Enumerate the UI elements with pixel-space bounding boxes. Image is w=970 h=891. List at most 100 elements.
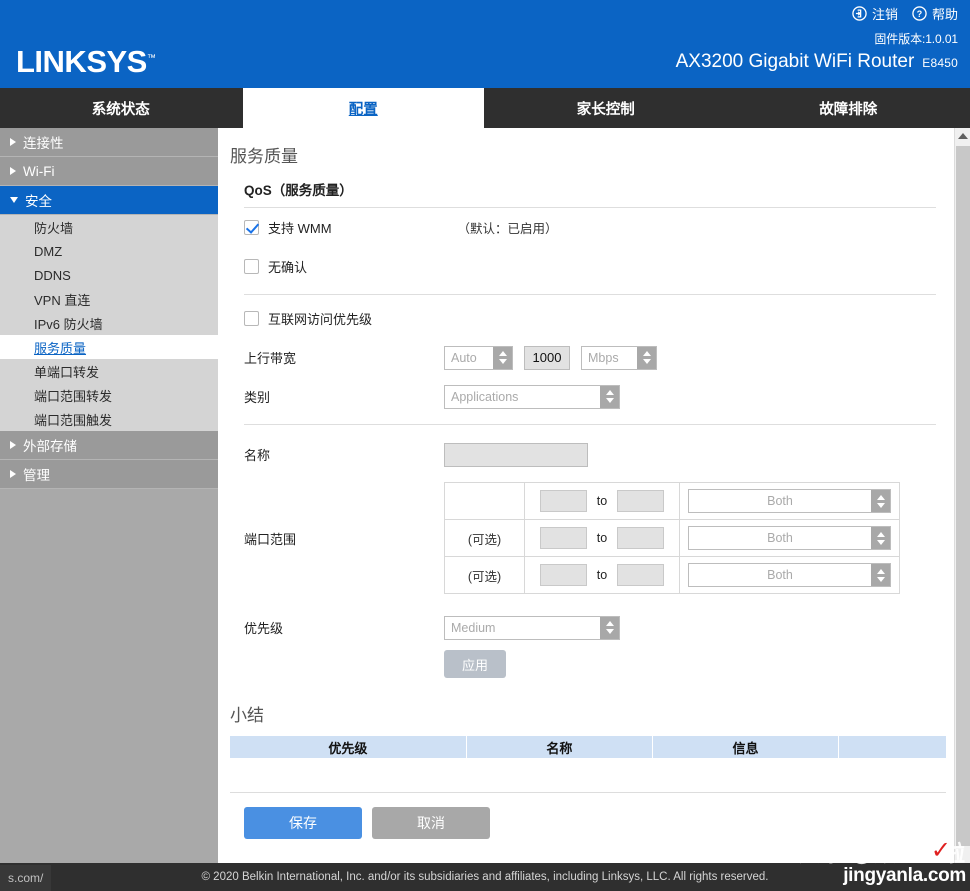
port-range-optional-1: (可选): [445, 520, 525, 557]
internet-priority-checkbox[interactable]: [244, 311, 259, 326]
sidebar-item-ddns[interactable]: DDNS: [0, 263, 218, 287]
port-start-input-2[interactable]: [540, 564, 587, 586]
chevron-up-icon: [958, 133, 968, 139]
sidebar-group-administration[interactable]: 管理: [0, 460, 218, 489]
table-row: to Both: [445, 483, 900, 520]
upload-bandwidth-mode-select[interactable]: Auto: [444, 346, 513, 370]
summary-table: 优先级 名称 信息: [230, 736, 946, 793]
sidebar-group-security[interactable]: 安全: [0, 186, 218, 215]
help-link[interactable]: ? 帮助: [908, 2, 962, 25]
protocol-value-2: Both: [689, 568, 871, 582]
logout-label: 注销: [872, 4, 898, 23]
tab-parental-control[interactable]: 家长控制: [485, 88, 728, 128]
main-content: 服务质量 QoS（服务质量） 支持 WMM （默认：已启用） 无确认: [218, 128, 970, 891]
sidebar-group-label: Wi-Fi: [23, 164, 54, 179]
sidebar-item-single-port-forwarding[interactable]: 单端口转发: [0, 359, 218, 383]
spinner-icon[interactable]: [871, 490, 890, 512]
logout-icon: [852, 6, 867, 21]
scrollbar-thumb[interactable]: [956, 146, 970, 846]
category-row: 类别 Applications: [244, 377, 936, 416]
divider: [244, 424, 936, 425]
upload-bandwidth-speed-input[interactable]: 1000: [524, 346, 570, 370]
sidebar-group-external-storage[interactable]: 外部存储: [0, 431, 218, 460]
sidebar-item-firewall[interactable]: 防火墙: [0, 215, 218, 239]
summary-empty-row: [230, 758, 946, 792]
port-range-optional-0: [445, 483, 525, 520]
chevron-right-icon: [10, 138, 16, 146]
sidebar-group-label: 外部存储: [23, 435, 77, 455]
table-row: (可选) to Both: [445, 520, 900, 557]
trademark-symbol: ™: [147, 53, 156, 63]
port-start-input-1[interactable]: [540, 527, 587, 549]
name-input[interactable]: [444, 443, 588, 467]
sidebar-item-qos[interactable]: 服务质量: [0, 335, 218, 359]
summary-header-row: 优先级 名称 信息: [230, 736, 946, 758]
sidebar-group-label: 连接性: [23, 132, 64, 152]
protocol-select-2[interactable]: Both: [688, 563, 891, 587]
sidebar-item-port-range-forwarding[interactable]: 端口范围转发: [0, 383, 218, 407]
name-label: 名称: [244, 445, 444, 464]
port-range-label: 端口范围: [244, 529, 444, 548]
summary-empty-cell: [839, 758, 946, 792]
port-end-input-0[interactable]: [617, 490, 664, 512]
save-button[interactable]: 保存: [244, 807, 362, 839]
sidebar-item-dmz[interactable]: DMZ: [0, 239, 218, 263]
category-value: Applications: [445, 390, 600, 404]
upload-bandwidth-unit-value: Mbps: [582, 351, 637, 365]
apply-row: 应用: [244, 647, 936, 681]
upload-bandwidth-unit-select[interactable]: Mbps: [581, 346, 657, 370]
divider: [244, 294, 936, 295]
priority-row: 优先级 Medium: [244, 608, 936, 647]
protocol-cell-2: Both: [680, 557, 900, 594]
spinner-icon[interactable]: [871, 527, 890, 549]
cancel-button[interactable]: 取消: [372, 807, 490, 839]
chevron-down-icon: [10, 197, 18, 203]
spinner-icon[interactable]: [600, 386, 619, 408]
spinner-icon[interactable]: [637, 347, 656, 369]
model-name: AX3200 Gigabit WiFi Router: [676, 51, 915, 73]
summary-empty-cell: [466, 758, 652, 792]
port-range-table: to Both (可选): [444, 482, 900, 594]
sidebar-group-wifi[interactable]: Wi-Fi: [0, 157, 218, 186]
sidebar-item-vpn-passthrough[interactable]: VPN 直连: [0, 287, 218, 311]
protocol-select-1[interactable]: Both: [688, 526, 891, 550]
tab-troubleshooting[interactable]: 故障排除: [728, 88, 970, 128]
table-row: (可选) to Both: [445, 557, 900, 594]
spinner-icon[interactable]: [600, 617, 619, 639]
port-end-input-1[interactable]: [617, 527, 664, 549]
internet-priority-row: 互联网访问优先级: [244, 299, 936, 338]
upload-bandwidth-row: 上行带宽 Auto 1000 Mbps: [244, 338, 936, 377]
protocol-cell-1: Both: [680, 520, 900, 557]
port-range-to-label: to: [597, 531, 607, 545]
content-scrollbar[interactable]: [954, 128, 970, 891]
sidebar-group-connectivity[interactable]: 连接性: [0, 128, 218, 157]
no-ack-checkbox[interactable]: [244, 259, 259, 274]
scroll-up-button[interactable]: [955, 128, 970, 144]
apply-button[interactable]: 应用: [444, 650, 506, 678]
tab-system-status[interactable]: 系统状态: [0, 88, 243, 128]
tab-configuration[interactable]: 配置: [243, 88, 486, 128]
browser-status-url: s.com/: [0, 865, 51, 891]
protocol-select-0[interactable]: Both: [688, 489, 891, 513]
wmm-checkbox[interactable]: [244, 220, 259, 235]
page-title: 服务质量: [230, 142, 946, 167]
spinner-icon[interactable]: [871, 564, 890, 586]
router-model: AX3200 Gigabit WiFi Router E8450: [676, 51, 958, 73]
sidebar-item-ipv6-firewall[interactable]: IPv6 防火墙: [0, 311, 218, 335]
port-range-to-label: to: [597, 568, 607, 582]
wmm-row: 支持 WMM （默认：已启用）: [244, 208, 936, 247]
logout-link[interactable]: 注销: [848, 2, 902, 25]
protocol-cell-0: Both: [680, 483, 900, 520]
category-select[interactable]: Applications: [444, 385, 620, 409]
upload-bandwidth-mode-value: Auto: [445, 351, 493, 365]
summary-col-actions: [839, 736, 946, 758]
no-ack-label: 无确认: [268, 257, 307, 276]
port-range-cell-0: to: [525, 483, 680, 520]
spinner-icon[interactable]: [493, 347, 512, 369]
sidebar-item-port-range-triggering[interactable]: 端口范围触发: [0, 407, 218, 431]
priority-select[interactable]: Medium: [444, 616, 620, 640]
port-range-optional-2: (可选): [445, 557, 525, 594]
copyright-footer: © 2020 Belkin International, Inc. and/or…: [0, 863, 970, 891]
port-end-input-2[interactable]: [617, 564, 664, 586]
port-start-input-0[interactable]: [540, 490, 587, 512]
